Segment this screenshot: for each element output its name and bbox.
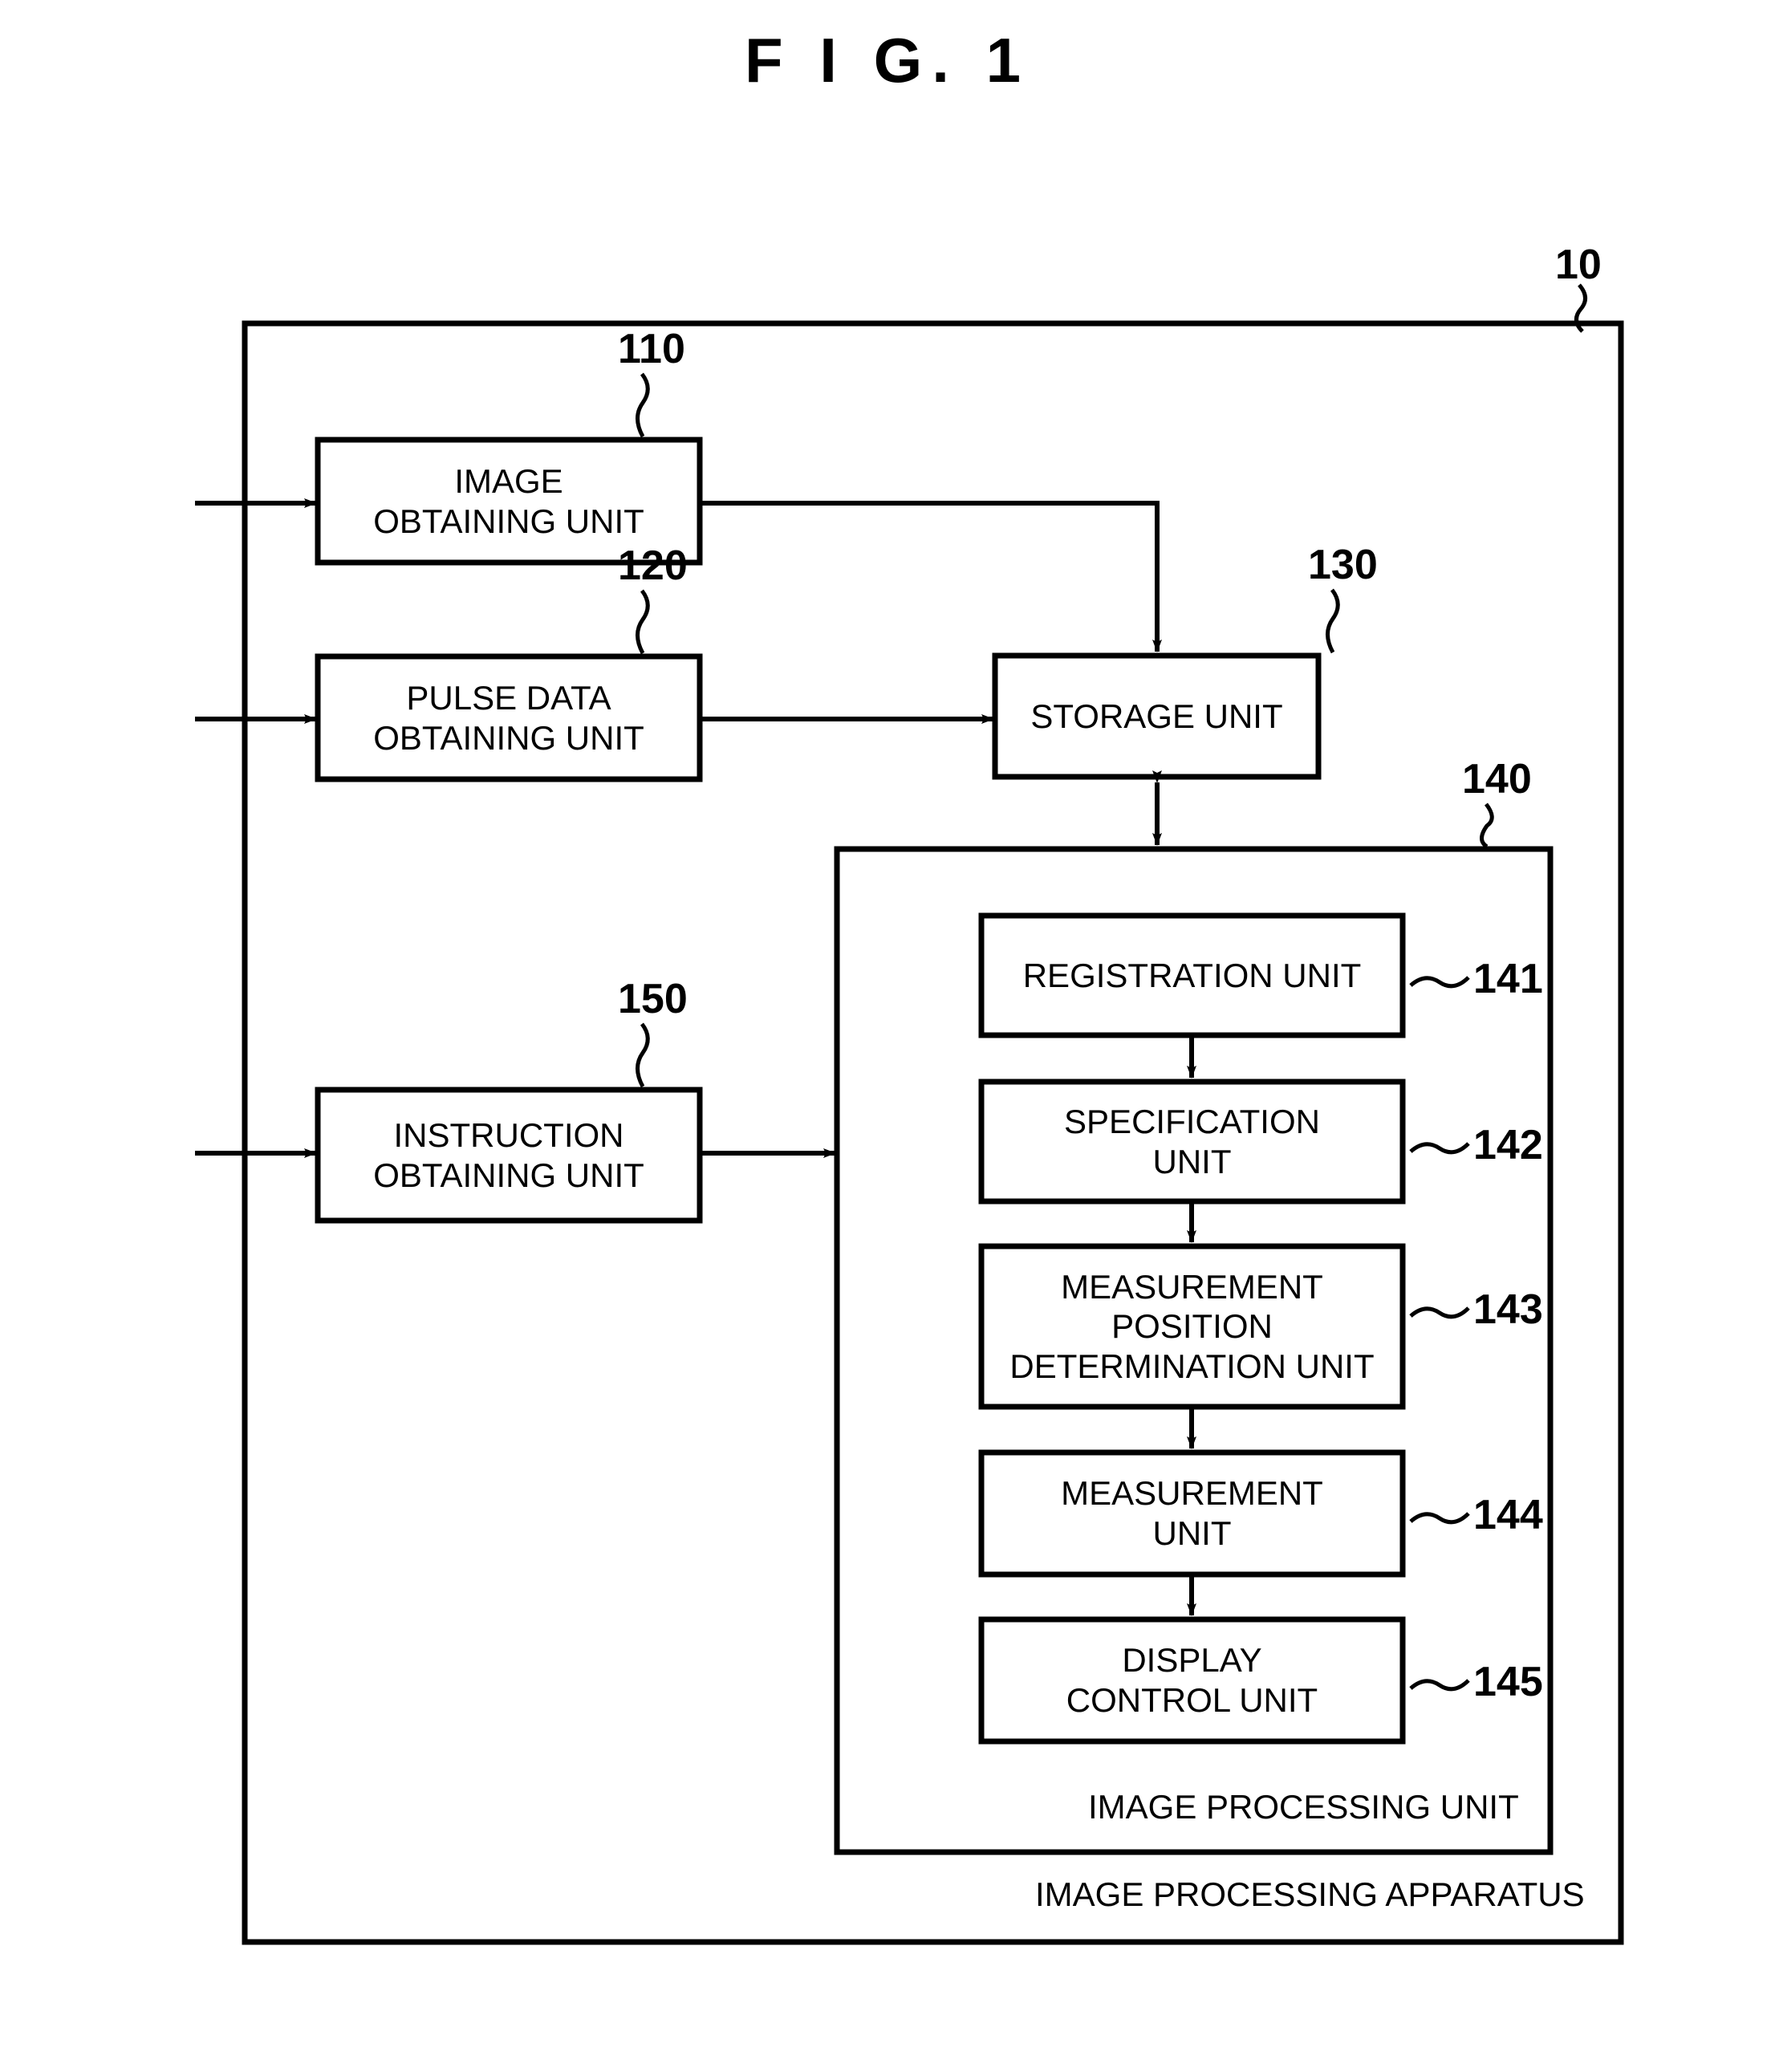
ref-num-143: 143 (1473, 1286, 1543, 1333)
leader-ref-140 (1480, 802, 1494, 849)
specification-unit-box[interactable] (978, 1079, 1406, 1205)
ref-num-144: 144 (1473, 1492, 1543, 1538)
ref-num-10: 10 (1555, 242, 1602, 288)
instruction-obtaining-unit-box[interactable] (315, 1087, 703, 1224)
pulse-data-obtaining-unit-box[interactable] (315, 653, 703, 782)
image-processing-apparatus-label: IMAGE PROCESSING APPARATUS (1035, 1875, 1585, 1913)
image-processing-unit-label: IMAGE PROCESSING UNIT (1088, 1788, 1519, 1826)
registration-unit-box[interactable] (978, 912, 1406, 1038)
figure-1-block-diagram: F I G. 1 IMAGE OBTAINING UNIT PULSE DATA… (0, 0, 1775, 2072)
leader-ref-130 (1326, 588, 1340, 654)
leader-ref-144 (1409, 1512, 1470, 1525)
ref-num-120: 120 (618, 542, 688, 589)
measurement-unit-box[interactable] (978, 1449, 1406, 1578)
leader-ref-120 (636, 589, 650, 655)
leader-ref-145 (1409, 1679, 1470, 1692)
measurement-position-determination-unit-box[interactable] (978, 1243, 1406, 1410)
leader-ref-150 (636, 1022, 650, 1088)
diagram-canvas (195, 283, 1624, 1945)
arrow-image-obtaining-unit-to-storage-unit (700, 501, 1162, 652)
leader-ref-142 (1409, 1142, 1470, 1155)
ref-num-142: 142 (1473, 1122, 1543, 1168)
leader-ref-110 (636, 372, 650, 438)
ref-num-150: 150 (618, 976, 688, 1022)
display-control-unit-box[interactable] (978, 1616, 1406, 1745)
ref-num-130: 130 (1308, 542, 1378, 588)
leader-ref-143 (1409, 1306, 1470, 1319)
storage-unit-box[interactable] (992, 652, 1322, 780)
leader-ref-141 (1409, 976, 1470, 989)
ref-num-110: 110 (618, 326, 685, 372)
ref-num-145: 145 (1473, 1659, 1543, 1705)
ref-num-141: 141 (1473, 956, 1543, 1002)
ref-num-140: 140 (1462, 756, 1532, 802)
